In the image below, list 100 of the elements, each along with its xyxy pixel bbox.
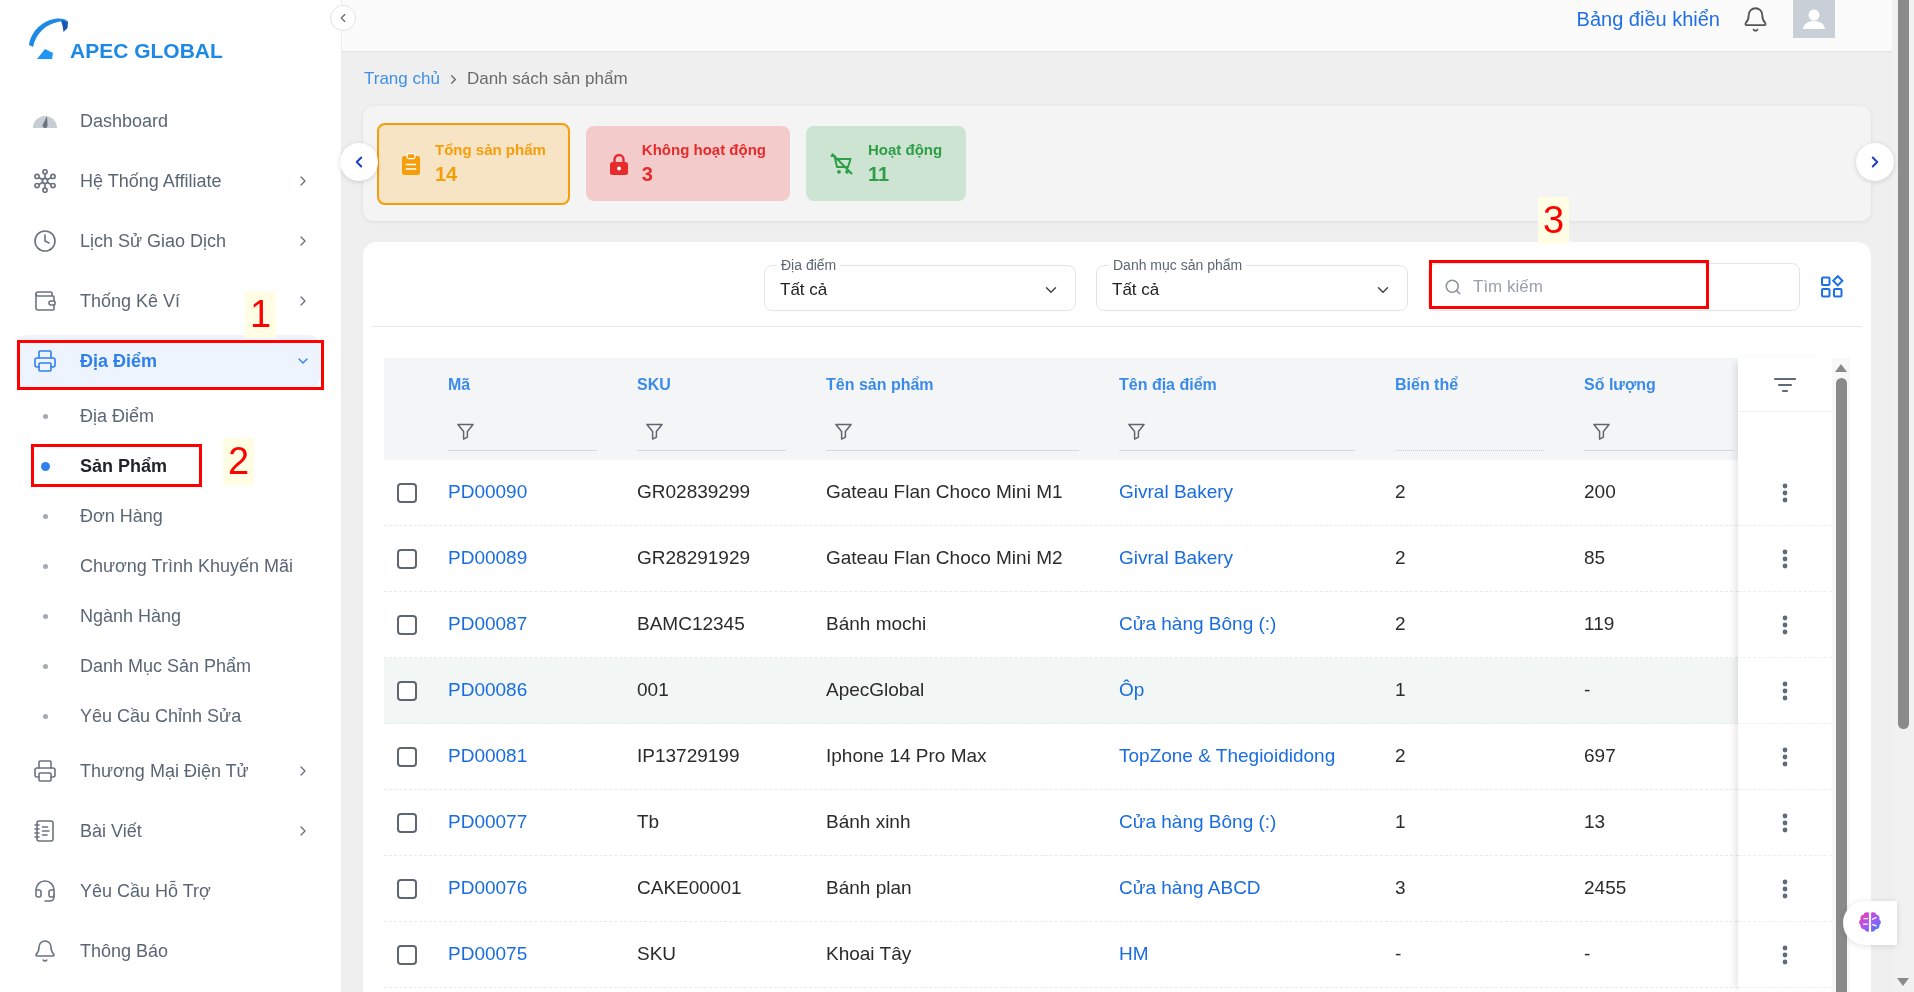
- more-options-icon[interactable]: [1782, 812, 1788, 833]
- scrollbar-thumb[interactable]: [1835, 378, 1847, 992]
- location-link[interactable]: Ôp: [1119, 676, 1145, 705]
- sku-text: SKU: [637, 942, 677, 967]
- column-header[interactable]: SKU: [637, 373, 671, 397]
- submenu-item[interactable]: Chương Trình Khuyến Mãi: [33, 546, 293, 586]
- quantity-text: -: [1584, 678, 1591, 703]
- product-code-link[interactable]: PD00090: [448, 478, 528, 507]
- sku-text: IP13729199: [637, 744, 740, 769]
- more-options-icon[interactable]: [1782, 878, 1788, 899]
- breadcrumb-link[interactable]: Trang chủ: [364, 66, 440, 92]
- more-options-icon[interactable]: [1782, 548, 1788, 569]
- sidebar-item[interactable]: Thống Kê Ví: [33, 281, 181, 321]
- annotation-number: 1: [245, 290, 276, 338]
- column-header[interactable]: Tên địa điểm: [1119, 373, 1217, 397]
- column-header[interactable]: Biến thể: [1395, 373, 1459, 397]
- clock-icon: [33, 229, 57, 253]
- quantity-text: -: [1584, 942, 1591, 967]
- brain-icon: [1857, 911, 1883, 935]
- previous-button[interactable]: [340, 143, 378, 181]
- scrollbar-thumb[interactable]: [1897, 0, 1909, 729]
- product-code-link[interactable]: PD00075: [448, 940, 528, 969]
- variant-count-text: 1: [1395, 810, 1406, 835]
- location-link[interactable]: Cửa hàng ABCD: [1119, 874, 1261, 903]
- product-code-link[interactable]: PD00077: [448, 808, 528, 837]
- printer-icon: [33, 349, 57, 373]
- row-checkbox[interactable]: [397, 944, 417, 965]
- sidebar-item[interactable]: Thương Mại Điện Tử: [33, 751, 249, 791]
- product-code-link[interactable]: PD00076: [448, 874, 528, 903]
- product-code-link[interactable]: PD00089: [448, 544, 528, 573]
- sku-text: GR02839299: [637, 480, 751, 505]
- variant-count-text: 2: [1395, 480, 1406, 505]
- sku-text: 001: [637, 678, 669, 703]
- column-header[interactable]: Số lượng: [1584, 373, 1656, 397]
- row-checkbox[interactable]: [397, 878, 417, 899]
- product-code-link[interactable]: PD00086: [448, 676, 528, 705]
- submenu-item[interactable]: Đơn Hàng: [33, 496, 163, 536]
- more-options-icon[interactable]: [1782, 944, 1788, 965]
- network-icon: [33, 169, 57, 193]
- bell-icon: [33, 939, 57, 963]
- location-link[interactable]: TopZone & Thegioididong: [1119, 742, 1336, 771]
- column-header[interactable]: Mã: [448, 373, 471, 397]
- filter-icon[interactable]: [1128, 422, 1145, 440]
- sidebar-item[interactable]: Bài Viết: [33, 811, 142, 851]
- filter-icon[interactable]: [835, 422, 852, 440]
- submenu-item[interactable]: Sản Phẩm: [33, 446, 168, 486]
- location-link[interactable]: Givral Bakery: [1119, 478, 1234, 507]
- quantity-text: 2455: [1584, 876, 1627, 901]
- grid-view-icon[interactable]: [1820, 275, 1844, 299]
- product-code-link[interactable]: PD00081: [448, 742, 528, 771]
- column-header[interactable]: Tên sản phẩm: [826, 373, 934, 397]
- submenu-item[interactable]: Ngành Hàng: [33, 596, 182, 636]
- product-name-text: Bánh xinh: [826, 810, 911, 835]
- page-scrollbar[interactable]: [1892, 0, 1914, 992]
- assistant-button[interactable]: [1843, 901, 1897, 945]
- dashboard-link[interactable]: Bảng điều khiển: [1576, 4, 1720, 34]
- more-options-icon[interactable]: [1782, 614, 1788, 635]
- row-checkbox[interactable]: [397, 746, 417, 767]
- sidebar-item[interactable]: Hệ Thống Affiliate: [33, 161, 222, 201]
- quantity-text: 85: [1584, 546, 1606, 571]
- sku-text: Tb: [637, 810, 660, 835]
- filter-icon[interactable]: [457, 422, 474, 440]
- bell-icon[interactable]: [1742, 5, 1769, 33]
- category-select[interactable]: Danh mục sản phẩm Tất cả: [1096, 257, 1408, 311]
- row-checkbox[interactable]: [397, 548, 417, 569]
- more-options-icon[interactable]: [1782, 746, 1788, 767]
- submenu-item[interactable]: Danh Mục Sản Phẩm: [33, 646, 252, 686]
- more-options-icon[interactable]: [1782, 482, 1788, 503]
- row-checkbox[interactable]: [397, 812, 417, 833]
- annotation-number: 3: [1538, 197, 1569, 244]
- sidebar-item[interactable]: Yêu Cầu Hỗ Trợ: [33, 871, 211, 911]
- row-checkbox[interactable]: [397, 482, 417, 503]
- summary-card[interactable]: Hoạt động 11: [806, 126, 967, 201]
- sidebar-item[interactable]: Dashboard: [33, 101, 169, 141]
- filter-icon[interactable]: [646, 422, 663, 440]
- search-icon: [1444, 278, 1462, 296]
- submenu-item[interactable]: Địa Điểm: [33, 396, 154, 436]
- location-link[interactable]: Cửa hàng Bông (:): [1119, 610, 1277, 639]
- summary-card[interactable]: Không hoạt động 3: [585, 126, 790, 201]
- location-link[interactable]: Cửa hàng Bông (:): [1119, 808, 1277, 837]
- logo-swoosh-icon: [28, 17, 69, 59]
- row-checkbox[interactable]: [397, 680, 417, 701]
- more-options-icon[interactable]: [1782, 680, 1788, 701]
- wallet-icon: [33, 289, 57, 313]
- location-select[interactable]: Địa điểm Tất cả: [764, 257, 1076, 311]
- location-link[interactable]: HM: [1119, 940, 1149, 969]
- filter-icon[interactable]: [1593, 422, 1610, 440]
- submenu-item[interactable]: Yêu Cầu Chỉnh Sửa: [33, 696, 242, 736]
- search-field[interactable]: Tìm kiếm: [1428, 263, 1800, 311]
- sidebar-item[interactable]: Địa Điểm: [16, 334, 320, 388]
- sidebar-item[interactable]: Thông Báo: [33, 931, 169, 971]
- filter-lines-icon[interactable]: [1774, 376, 1796, 393]
- table-scrollbar[interactable]: [1832, 358, 1850, 992]
- sidebar-item[interactable]: Lịch Sử Giao Dịch: [33, 221, 227, 261]
- scroll-down-arrow-icon[interactable]: [1897, 978, 1909, 986]
- product-code-link[interactable]: PD00087: [448, 610, 528, 639]
- location-link[interactable]: Givral Bakery: [1119, 544, 1234, 573]
- scroll-up-arrow-icon[interactable]: [1835, 364, 1847, 372]
- quantity-text: 119: [1584, 612, 1615, 637]
- row-checkbox[interactable]: [397, 614, 417, 635]
